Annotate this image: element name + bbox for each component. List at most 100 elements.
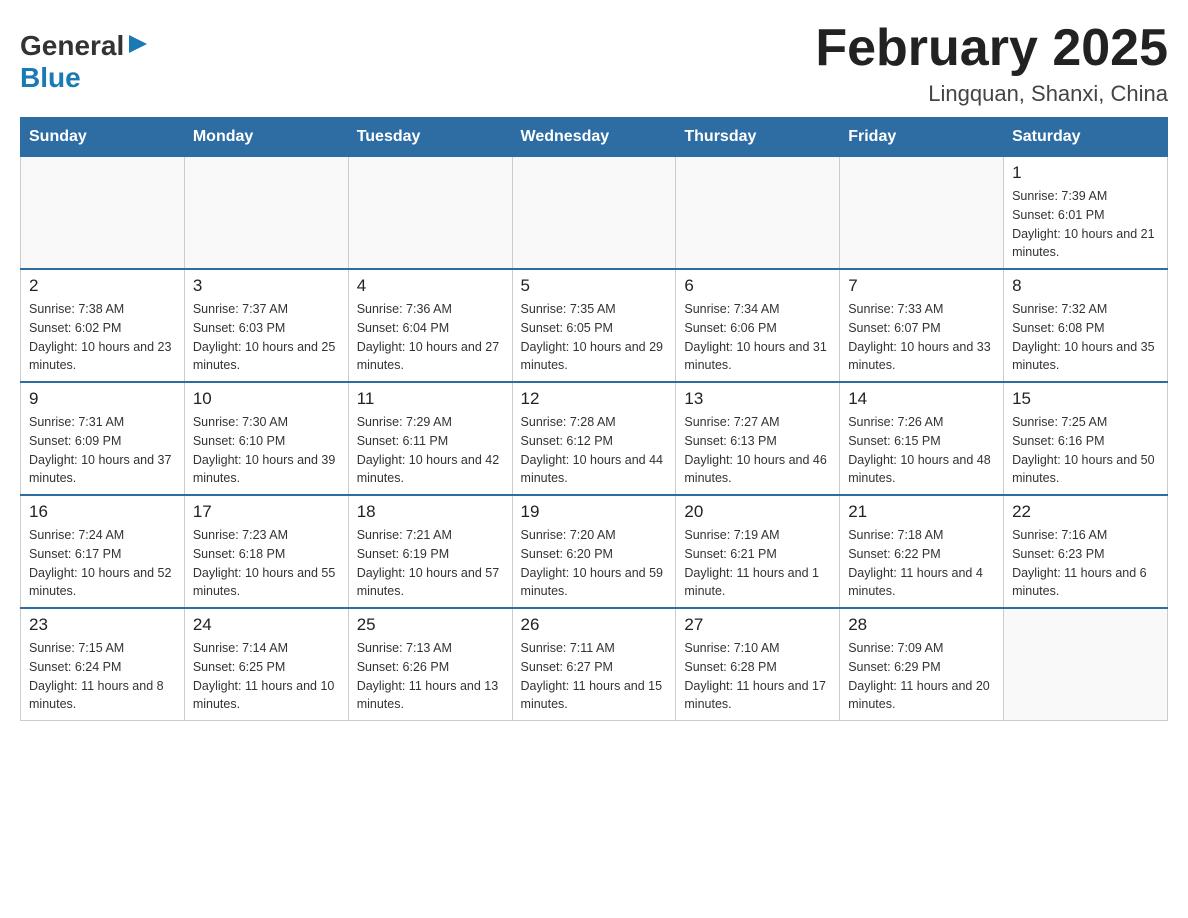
logo-row: General — [20, 30, 149, 62]
calendar-cell: 5 Sunrise: 7:35 AMSunset: 6:05 PMDaylight… — [512, 269, 676, 382]
header-tuesday: Tuesday — [348, 118, 512, 157]
day-info: Sunrise: 7:24 AMSunset: 6:17 PMDaylight:… — [29, 526, 176, 601]
day-number: 4 — [357, 276, 504, 296]
day-number: 14 — [848, 389, 995, 409]
calendar-cell: 12 Sunrise: 7:28 AMSunset: 6:12 PMDayligh… — [512, 382, 676, 495]
day-info: Sunrise: 7:10 AMSunset: 6:28 PMDaylight:… — [684, 639, 831, 714]
day-info: Sunrise: 7:31 AMSunset: 6:09 PMDaylight:… — [29, 413, 176, 488]
logo-blue-row: Blue — [20, 62, 81, 94]
day-number: 13 — [684, 389, 831, 409]
day-info: Sunrise: 7:26 AMSunset: 6:15 PMDaylight:… — [848, 413, 995, 488]
calendar-cell: 11 Sunrise: 7:29 AMSunset: 6:11 PMDayligh… — [348, 382, 512, 495]
day-number: 15 — [1012, 389, 1159, 409]
calendar-cell: 4 Sunrise: 7:36 AMSunset: 6:04 PMDaylight… — [348, 269, 512, 382]
day-info: Sunrise: 7:11 AMSunset: 6:27 PMDaylight:… — [521, 639, 668, 714]
day-number: 26 — [521, 615, 668, 635]
logo-arrow-container — [127, 33, 149, 60]
logo-blue-text: Blue — [20, 62, 81, 93]
day-info: Sunrise: 7:34 AMSunset: 6:06 PMDaylight:… — [684, 300, 831, 375]
day-number: 28 — [848, 615, 995, 635]
day-info: Sunrise: 7:28 AMSunset: 6:12 PMDaylight:… — [521, 413, 668, 488]
calendar-week-1: 1 Sunrise: 7:39 AMSunset: 6:01 PMDaylight… — [21, 157, 1168, 270]
day-number: 7 — [848, 276, 995, 296]
day-info: Sunrise: 7:18 AMSunset: 6:22 PMDaylight:… — [848, 526, 995, 601]
logo: General Blue — [20, 20, 149, 94]
calendar-cell: 7 Sunrise: 7:33 AMSunset: 6:07 PMDaylight… — [840, 269, 1004, 382]
day-info: Sunrise: 7:39 AMSunset: 6:01 PMDaylight:… — [1012, 187, 1159, 262]
calendar-cell: 10 Sunrise: 7:30 AMSunset: 6:10 PMDayligh… — [184, 382, 348, 495]
day-number: 24 — [193, 615, 340, 635]
day-number: 25 — [357, 615, 504, 635]
day-number: 16 — [29, 502, 176, 522]
calendar-cell: 14 Sunrise: 7:26 AMSunset: 6:15 PMDayligh… — [840, 382, 1004, 495]
calendar-cell: 27 Sunrise: 7:10 AMSunset: 6:28 PMDayligh… — [676, 608, 840, 721]
day-info: Sunrise: 7:33 AMSunset: 6:07 PMDaylight:… — [848, 300, 995, 375]
calendar-cell: 6Sunrise: 7:34 AMSunset: 6:06 PMDaylight… — [676, 269, 840, 382]
calendar-cell: 15Sunrise: 7:25 AMSunset: 6:16 PMDayligh… — [1004, 382, 1168, 495]
day-number: 21 — [848, 502, 995, 522]
day-info: Sunrise: 7:13 AMSunset: 6:26 PMDaylight:… — [357, 639, 504, 714]
day-number: 9 — [29, 389, 176, 409]
day-info: Sunrise: 7:29 AMSunset: 6:11 PMDaylight:… — [357, 413, 504, 488]
day-info: Sunrise: 7:37 AMSunset: 6:03 PMDaylight:… — [193, 300, 340, 375]
calendar-cell: 8 Sunrise: 7:32 AMSunset: 6:08 PMDaylight… — [1004, 269, 1168, 382]
day-number: 27 — [684, 615, 831, 635]
calendar-cell: 22 Sunrise: 7:16 AMSunset: 6:23 PMDayligh… — [1004, 495, 1168, 608]
calendar-cell: 2Sunrise: 7:38 AMSunset: 6:02 PMDaylight… — [21, 269, 185, 382]
day-info: Sunrise: 7:23 AMSunset: 6:18 PMDaylight:… — [193, 526, 340, 601]
calendar-cell — [21, 157, 185, 270]
day-number: 19 — [521, 502, 668, 522]
day-number: 11 — [357, 389, 504, 409]
header-friday: Friday — [840, 118, 1004, 157]
day-number: 10 — [193, 389, 340, 409]
calendar-week-4: 16 Sunrise: 7:24 AMSunset: 6:17 PMDayligh… — [21, 495, 1168, 608]
header-sunday: Sunday — [21, 118, 185, 157]
calendar-cell — [512, 157, 676, 270]
calendar-week-3: 9 Sunrise: 7:31 AMSunset: 6:09 PMDaylight… — [21, 382, 1168, 495]
day-number: 8 — [1012, 276, 1159, 296]
calendar-cell — [1004, 608, 1168, 721]
day-number: 1 — [1012, 163, 1159, 183]
calendar-cell: 26 Sunrise: 7:11 AMSunset: 6:27 PMDayligh… — [512, 608, 676, 721]
day-number: 2 — [29, 276, 176, 296]
calendar-week-2: 2Sunrise: 7:38 AMSunset: 6:02 PMDaylight… — [21, 269, 1168, 382]
calendar-cell: 17 Sunrise: 7:23 AMSunset: 6:18 PMDayligh… — [184, 495, 348, 608]
day-number: 22 — [1012, 502, 1159, 522]
day-info: Sunrise: 7:16 AMSunset: 6:23 PMDaylight:… — [1012, 526, 1159, 601]
day-number: 18 — [357, 502, 504, 522]
day-info: Sunrise: 7:20 AMSunset: 6:20 PMDaylight:… — [521, 526, 668, 601]
day-info: Sunrise: 7:35 AMSunset: 6:05 PMDaylight:… — [521, 300, 668, 375]
day-info: Sunrise: 7:15 AMSunset: 6:24 PMDaylight:… — [29, 639, 176, 714]
calendar: Sunday Monday Tuesday Wednesday Thursday… — [20, 117, 1168, 721]
location: Lingquan, Shanxi, China — [815, 81, 1168, 107]
calendar-week-5: 23Sunrise: 7:15 AMSunset: 6:24 PMDayligh… — [21, 608, 1168, 721]
calendar-cell: 16 Sunrise: 7:24 AMSunset: 6:17 PMDayligh… — [21, 495, 185, 608]
calendar-cell: 28 Sunrise: 7:09 AMSunset: 6:29 PMDayligh… — [840, 608, 1004, 721]
header-saturday: Saturday — [1004, 118, 1168, 157]
calendar-cell — [676, 157, 840, 270]
calendar-header-row: Sunday Monday Tuesday Wednesday Thursday… — [21, 118, 1168, 157]
calendar-cell: 9 Sunrise: 7:31 AMSunset: 6:09 PMDaylight… — [21, 382, 185, 495]
day-number: 12 — [521, 389, 668, 409]
day-number: 5 — [521, 276, 668, 296]
calendar-cell — [840, 157, 1004, 270]
calendar-cell — [348, 157, 512, 270]
day-info: Sunrise: 7:09 AMSunset: 6:29 PMDaylight:… — [848, 639, 995, 714]
calendar-cell: 24 Sunrise: 7:14 AMSunset: 6:25 PMDayligh… — [184, 608, 348, 721]
header-wednesday: Wednesday — [512, 118, 676, 157]
logo-triangle-icon — [127, 33, 149, 55]
calendar-cell: 13Sunrise: 7:27 AMSunset: 6:13 PMDayligh… — [676, 382, 840, 495]
month-title: February 2025 — [815, 20, 1168, 77]
day-info: Sunrise: 7:36 AMSunset: 6:04 PMDaylight:… — [357, 300, 504, 375]
calendar-cell: 20Sunrise: 7:19 AMSunset: 6:21 PMDayligh… — [676, 495, 840, 608]
calendar-cell: 1 Sunrise: 7:39 AMSunset: 6:01 PMDaylight… — [1004, 157, 1168, 270]
title-section: February 2025 Lingquan, Shanxi, China — [815, 20, 1168, 107]
day-info: Sunrise: 7:14 AMSunset: 6:25 PMDaylight:… — [193, 639, 340, 714]
day-number: 3 — [193, 276, 340, 296]
calendar-cell: 19 Sunrise: 7:20 AMSunset: 6:20 PMDayligh… — [512, 495, 676, 608]
day-number: 17 — [193, 502, 340, 522]
day-info: Sunrise: 7:21 AMSunset: 6:19 PMDaylight:… — [357, 526, 504, 601]
day-info: Sunrise: 7:32 AMSunset: 6:08 PMDaylight:… — [1012, 300, 1159, 375]
day-info: Sunrise: 7:30 AMSunset: 6:10 PMDaylight:… — [193, 413, 340, 488]
calendar-cell — [184, 157, 348, 270]
